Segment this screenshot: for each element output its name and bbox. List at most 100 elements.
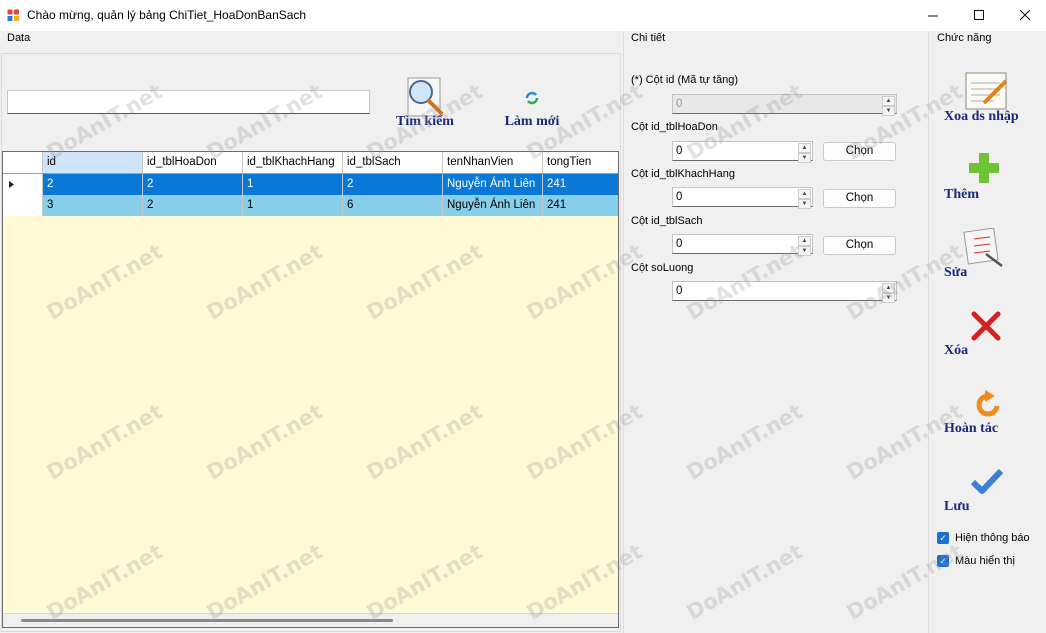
choose-khachhang-button[interactable]: Chọn: [823, 189, 896, 208]
sach-spinner[interactable]: ▲ ▼: [798, 236, 811, 256]
detail-group-caption: Chi tiết: [631, 32, 666, 44]
row-header-corner: [3, 152, 43, 173]
clear-draft-label: Xoa ds nhập: [944, 109, 1019, 124]
khachhang-label: Cột id_tblKhachHang: [631, 168, 735, 180]
save-label: Lưu: [944, 499, 970, 514]
cell-id-tblkhachhang[interactable]: 1: [243, 195, 343, 216]
add-label: Thêm: [944, 187, 979, 202]
delete-x-icon: [971, 311, 1001, 341]
cell-id-tblhoadon[interactable]: 2: [143, 174, 243, 195]
minimize-button[interactable]: [910, 0, 956, 31]
data-group-caption: Data: [7, 32, 31, 44]
title-bar: Chào mừng, quản lý bảng ChiTiet_HoaDonBa…: [0, 0, 1046, 31]
window-title: Chào mừng, quản lý bảng ChiTiet_HoaDonBa…: [27, 8, 307, 22]
cell-id-tblsach[interactable]: 2: [343, 174, 443, 195]
khachhang-value: 0: [676, 191, 683, 203]
khachhang-spinner[interactable]: ▲ ▼: [798, 189, 811, 209]
cell-id-tblkhachhang[interactable]: 1: [243, 174, 343, 195]
id-field: 0 ▲ ▼: [672, 94, 897, 116]
sach-field[interactable]: 0 ▲ ▼: [672, 234, 813, 256]
cell-tongtien[interactable]: 241: [543, 195, 618, 216]
id-value: 0: [676, 98, 683, 110]
hoadon-value: 0: [676, 145, 683, 157]
hoadon-spinner[interactable]: ▲ ▼: [798, 143, 811, 163]
khachhang-field[interactable]: 0 ▲ ▼: [672, 187, 813, 209]
clear-draft-button[interactable]: Xoa ds nhập: [944, 66, 1034, 128]
soluong-label: Cột soLuong: [631, 262, 694, 274]
cell-tennhanvien[interactable]: Nguyễn Ánh Liên: [443, 174, 543, 195]
hoadon-label: Cột id_tblHoaDon: [631, 121, 718, 133]
checklist-icon: [963, 228, 1003, 267]
column-header-id-tblkhachhang[interactable]: id_tblKhachHang: [243, 152, 343, 173]
undo-label: Hoàn tác: [944, 421, 999, 436]
refresh-icon: [525, 91, 539, 105]
functions-group-caption: Chức năng: [937, 32, 992, 44]
watermark-text: DoAnIT.net: [682, 399, 807, 485]
row-header: [3, 174, 43, 195]
checkbox-checked-icon: ✓: [937, 532, 949, 544]
refresh-button-label: Làm mới: [504, 114, 560, 129]
cell-id[interactable]: 3: [43, 195, 143, 216]
edit-label: Sửa: [944, 265, 968, 280]
show-color-label: Màu hiển thị: [955, 555, 1015, 567]
save-button[interactable]: Lưu: [944, 468, 1034, 516]
soluong-value: 0: [676, 285, 683, 297]
cell-id-tblhoadon[interactable]: 2: [143, 195, 243, 216]
divider: [928, 31, 929, 633]
sach-value: 0: [676, 238, 683, 250]
maximize-icon: [973, 10, 984, 20]
hoadon-field[interactable]: 0 ▲ ▼: [672, 141, 813, 163]
column-header-id-tblhoadon[interactable]: id_tblHoaDon: [143, 152, 243, 173]
show-color-checkbox[interactable]: ✓ Màu hiển thị: [937, 555, 1015, 567]
grid-header: id id_tblHoaDon id_tblKhachHang id_tblSa…: [3, 152, 618, 174]
watermark-text: DoAnIT.net: [842, 539, 967, 625]
data-grid[interactable]: id id_tblHoaDon id_tblKhachHang id_tblSa…: [2, 151, 619, 628]
sach-label: Cột id_tblSach: [631, 215, 703, 227]
cell-tennhanvien[interactable]: Nguyễn Ánh Liên: [443, 195, 543, 216]
row-pointer-icon: [9, 181, 14, 188]
show-notify-label: Hiện thông báo: [955, 532, 1030, 544]
close-button[interactable]: [1002, 0, 1046, 31]
search-button[interactable]: Tìm kiếm: [390, 76, 460, 130]
column-header-tennhanvien[interactable]: tenNhanVien: [443, 152, 543, 173]
cell-id[interactable]: 2: [43, 174, 143, 195]
scrollbar-thumb[interactable]: [21, 619, 393, 622]
refresh-button[interactable]: Làm mới: [500, 90, 564, 130]
undo-icon: [976, 390, 1000, 417]
plus-icon: [969, 153, 999, 183]
minimize-icon: [927, 15, 938, 17]
cell-tongtien[interactable]: 241: [543, 174, 618, 195]
close-icon: [1019, 10, 1030, 21]
maximize-button[interactable]: [956, 0, 1002, 31]
undo-button[interactable]: Hoàn tác: [944, 390, 1034, 438]
row-header: [3, 195, 43, 216]
id-spinner: ▲ ▼: [882, 96, 895, 116]
divider: [623, 31, 624, 633]
column-header-id[interactable]: id: [43, 152, 143, 173]
cell-id-tblsach[interactable]: 6: [343, 195, 443, 216]
app-icon: [7, 9, 19, 21]
checkbox-checked-icon: ✓: [937, 555, 949, 567]
main-window: Chào mừng, quản lý bảng ChiTiet_HoaDonBa…: [0, 0, 1046, 633]
notepad-icon: [965, 72, 1008, 110]
magnifier-icon: [407, 77, 444, 117]
table-row[interactable]: 3 2 1 6 Nguyễn Ánh Liên 241: [3, 195, 618, 216]
search-input[interactable]: [7, 90, 370, 114]
column-header-tongtien[interactable]: tongTien: [543, 152, 618, 173]
id-label: (*) Cột id (Mã tự tăng): [631, 74, 739, 86]
soluong-field[interactable]: 0 ▲ ▼: [672, 281, 897, 303]
soluong-spinner[interactable]: ▲ ▼: [882, 283, 895, 303]
show-notify-checkbox[interactable]: ✓ Hiện thông báo: [937, 532, 1030, 544]
choose-hoadon-button[interactable]: Chọn: [823, 142, 896, 161]
delete-label: Xóa: [944, 343, 969, 358]
search-button-label: Tìm kiếm: [396, 114, 454, 129]
edit-button[interactable]: Sửa: [944, 228, 1034, 280]
choose-sach-button[interactable]: Chọn: [823, 236, 896, 255]
watermark-text: DoAnIT.net: [682, 539, 807, 625]
table-row[interactable]: 2 2 1 2 Nguyễn Ánh Liên 241: [3, 174, 618, 195]
add-button[interactable]: Thêm: [944, 152, 1034, 202]
delete-button[interactable]: Xóa: [944, 310, 1034, 360]
checkmark-icon: [970, 468, 1004, 494]
horizontal-scrollbar[interactable]: [3, 613, 618, 627]
column-header-id-tblsach[interactable]: id_tblSach: [343, 152, 443, 173]
